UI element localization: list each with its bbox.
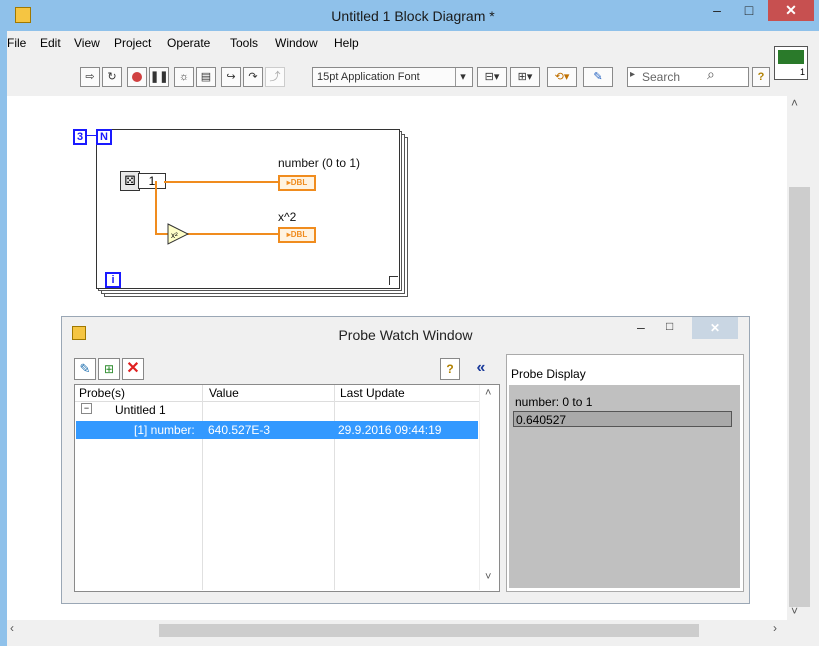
close-button[interactable]: ✕ (768, 0, 814, 21)
search-arrow-icon: ▸ (630, 69, 636, 80)
probe-watch-window: Probe Watch Window – □ ✕ ✎ ⊞ ✕ ? « Probe… (61, 316, 750, 604)
chevron-down-icon: ▾ (455, 68, 470, 86)
scroll-up-icon[interactable]: ˄ (485, 387, 491, 399)
search-input[interactable]: Search (642, 70, 680, 84)
maximize-button[interactable]: □ (735, 0, 763, 21)
probe-display-label: number: 0 to 1 (515, 395, 593, 409)
probe-name-cell: [1] number: (134, 423, 195, 437)
highlight-execution-icon[interactable]: ☼ (174, 67, 194, 87)
table-row[interactable]: [1] number: 640.527E-3 29.9.2016 09:44:1… (76, 421, 478, 439)
menu-bar: File Edit View Project Operate Tools Win… (7, 32, 819, 54)
retain-wire-values-icon[interactable]: ▤ (196, 67, 216, 87)
context-help-icon[interactable]: ? (752, 67, 770, 87)
header-divider (75, 401, 479, 402)
dice-icon[interactable]: ⚄ (120, 171, 140, 191)
labview-window: Untitled 1 Block Diagram * – □ ✕ File Ed… (7, 0, 819, 646)
vertical-scroll-thumb[interactable] (789, 187, 810, 607)
probe-maximize-button[interactable]: □ (666, 319, 673, 333)
probe-display-title: Probe Display (511, 367, 586, 381)
distribute-objects-icon[interactable]: ⊞▾ (510, 67, 540, 87)
square-function-icon[interactable]: x² (167, 223, 189, 245)
menu-view[interactable]: View (74, 36, 100, 50)
loop-count-constant[interactable]: 3 (73, 129, 87, 145)
random-number-node[interactable]: 1 (138, 173, 166, 189)
menu-window[interactable]: Window (275, 36, 318, 50)
number-indicator-terminal[interactable]: ▸DBL (278, 175, 316, 191)
search-icon[interactable]: ⌕ (707, 66, 715, 83)
count-terminal[interactable]: N (96, 129, 112, 145)
probe-minimize-button[interactable]: – (637, 319, 645, 335)
vi-icon[interactable]: 1 (774, 46, 808, 80)
svg-text:x²: x² (171, 231, 178, 240)
scroll-down-icon[interactable]: ˅ (791, 604, 798, 618)
abort-icon[interactable] (127, 67, 147, 87)
for-loop-structure[interactable] (96, 129, 400, 289)
run-icon[interactable]: ⇨ (80, 67, 100, 87)
count-wire (87, 135, 96, 136)
indicator-label-xsq: x^2 (278, 210, 297, 224)
step-out-icon[interactable]: ⤴ (265, 67, 285, 87)
column-divider (334, 385, 335, 590)
resize-handle-icon[interactable] (389, 276, 398, 285)
horizontal-scroll-thumb[interactable] (159, 624, 699, 637)
probe-title-bar: Probe Watch Window – □ ✕ (62, 317, 749, 349)
step-into-icon[interactable]: ↪ (221, 67, 241, 87)
menu-operate[interactable]: Operate (167, 36, 210, 50)
xsq-indicator-terminal[interactable]: ▸DBL (278, 227, 316, 243)
menu-edit[interactable]: Edit (40, 36, 61, 50)
indicator-label-number: number (0 to 1) (278, 156, 361, 170)
scroll-up-icon[interactable]: ˄ (791, 96, 798, 110)
wire-to-xsq[interactable] (187, 233, 278, 235)
tree-root-untitled[interactable]: Untitled 1 (115, 403, 166, 417)
scroll-left-icon[interactable]: ‹ (10, 621, 14, 635)
iteration-terminal[interactable]: i (105, 272, 121, 288)
menu-file[interactable]: File (7, 36, 26, 50)
probe-updated-cell: 29.9.2016 09:44:19 (338, 423, 442, 437)
menu-tools[interactable]: Tools (230, 36, 258, 50)
wire-branch[interactable] (155, 181, 157, 235)
probe-value-cell: 640.527E-3 (208, 423, 271, 437)
collapse-display-button[interactable]: « (470, 358, 492, 378)
column-header-value[interactable]: Value (209, 386, 239, 400)
step-over-icon[interactable]: ↷ (243, 67, 263, 87)
toolbar: ⇨ ↻ ❚❚ ☼ ▤ ↪ ↷ ⤴ 15pt Application Font ▾… (7, 46, 819, 96)
probe-list[interactable]: Probe(s) Value Last Update − Untitled 1 … (74, 384, 500, 592)
align-objects-icon[interactable]: ⊟▾ (477, 67, 507, 87)
scroll-right-icon[interactable]: › (773, 621, 777, 635)
probe-close-button[interactable]: ✕ (692, 317, 738, 339)
clean-up-diagram-icon[interactable]: ✎ (583, 67, 613, 87)
select-all-icon[interactable]: ⊞ (98, 358, 120, 380)
probe-display-value[interactable]: 0.640527 (513, 411, 732, 427)
probe-list-scrollbar[interactable]: ˄ ˅ (479, 385, 499, 590)
new-probe-icon[interactable]: ✎ (74, 358, 96, 380)
reorder-icon[interactable]: ⟲▾ (547, 67, 577, 87)
window-title: Untitled 1 Block Diagram * (331, 8, 495, 24)
probe-display-panel: Probe Display number: 0 to 1 0.640527 (506, 354, 744, 592)
menu-help[interactable]: Help (334, 36, 359, 50)
column-header-probes[interactable]: Probe(s) (79, 386, 125, 400)
column-header-last-update[interactable]: Last Update (340, 386, 405, 400)
font-select-value: 15pt Application Font (317, 71, 420, 83)
font-select[interactable]: 15pt Application Font ▾ (312, 67, 473, 87)
pause-icon[interactable]: ❚❚ (149, 67, 169, 87)
minimize-button[interactable]: – (703, 0, 731, 21)
delete-probe-icon[interactable]: ✕ (122, 358, 144, 380)
collapse-tree-icon[interactable]: − (81, 403, 92, 414)
menu-project[interactable]: Project (114, 36, 151, 50)
search-field[interactable]: ▸ Search (627, 67, 749, 87)
scroll-down-icon[interactable]: ˅ (485, 571, 491, 583)
title-bar: Untitled 1 Block Diagram * – □ ✕ (7, 0, 819, 31)
wire-to-number[interactable] (164, 181, 278, 183)
column-divider (202, 385, 203, 590)
run-continuously-icon[interactable]: ↻ (102, 67, 122, 87)
probe-help-icon[interactable]: ? (440, 358, 460, 380)
probe-window-title: Probe Watch Window (338, 327, 473, 343)
